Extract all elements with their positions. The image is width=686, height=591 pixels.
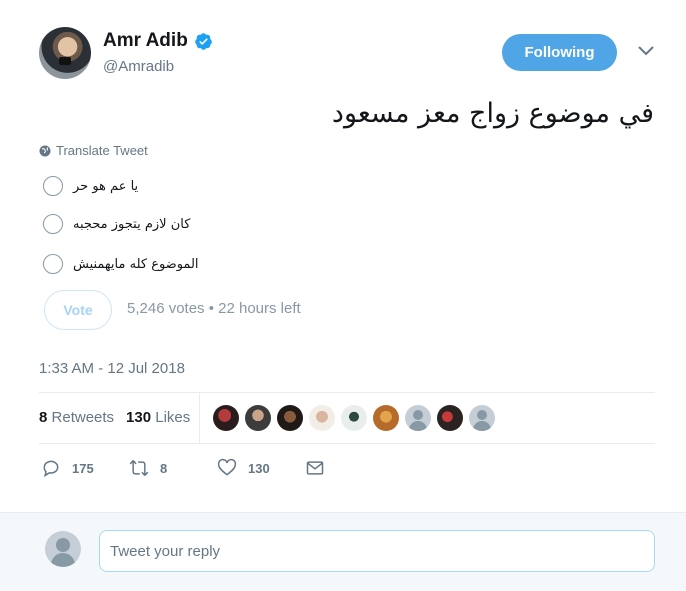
liker-avatar[interactable] <box>277 405 303 431</box>
poll-radio[interactable] <box>43 176 63 196</box>
liker-avatar[interactable] <box>341 405 367 431</box>
likes-count: 130 <box>126 409 152 426</box>
reply-composer <box>0 512 686 591</box>
verified-badge-icon <box>194 32 212 50</box>
poll-option[interactable]: الموضوع كله مايهمنيش <box>43 254 199 274</box>
divider <box>39 392 655 393</box>
tweet-stats: 8 Retweets 130 Likes <box>39 409 202 426</box>
liker-avatar[interactable] <box>309 405 335 431</box>
like-count: 130 <box>248 460 270 476</box>
retweet-count: 8 <box>160 460 168 476</box>
reply-input[interactable] <box>99 530 655 572</box>
tweet-timestamp[interactable]: 1:33 AM - 12 Jul 2018 <box>39 360 185 377</box>
liker-avatar[interactable] <box>405 405 431 431</box>
author-name-row: Amr Adib <box>103 30 213 52</box>
following-button[interactable]: Following <box>502 34 617 71</box>
liker-avatar[interactable] <box>469 405 495 431</box>
likes-stat[interactable]: 130 Likes <box>126 409 190 426</box>
retweets-stat[interactable]: 8 Retweets <box>39 409 114 426</box>
liker-avatars <box>213 405 501 431</box>
heart-icon <box>217 458 237 476</box>
translate-tweet-link[interactable]: Translate Tweet <box>39 143 148 158</box>
like-action[interactable]: 130 <box>217 458 270 478</box>
reply-action[interactable]: 175 <box>41 458 94 478</box>
poll-radio[interactable] <box>43 254 63 274</box>
stats-separator <box>199 393 200 443</box>
vote-button[interactable]: Vote <box>44 290 112 330</box>
retweet-action[interactable]: 8 <box>129 458 167 478</box>
tweet-text: في موضوع زواج معز مسعود <box>331 98 654 129</box>
reply-icon <box>43 460 59 478</box>
poll-option[interactable]: كان لازم يتجوز محجبه <box>43 214 190 234</box>
tweet-card: Amr Adib @Amradib Following في موضوع زوا… <box>0 0 686 512</box>
user-avatar[interactable] <box>45 531 81 567</box>
globe-icon <box>39 145 51 156</box>
retweets-label: Retweets <box>51 409 115 426</box>
direct-message-action[interactable] <box>305 458 336 478</box>
liker-avatar[interactable] <box>213 405 239 431</box>
chevron-down-icon[interactable] <box>637 45 655 57</box>
poll-meta: 5,246 votes • 22 hours left <box>127 300 301 317</box>
reply-count: 175 <box>72 460 94 476</box>
translate-label[interactable]: Translate Tweet <box>56 143 148 158</box>
liker-avatar[interactable] <box>245 405 271 431</box>
poll-radio[interactable] <box>43 214 63 234</box>
poll-option[interactable]: يا عم هو حر <box>43 176 138 196</box>
envelope-icon <box>306 461 324 475</box>
retweet-icon <box>129 460 149 476</box>
poll-option-label[interactable]: الموضوع كله مايهمنيش <box>73 257 199 272</box>
author-handle[interactable]: @Amradib <box>103 58 174 75</box>
poll-option-label[interactable]: كان لازم يتجوز محجبه <box>73 217 190 232</box>
retweets-count: 8 <box>39 409 48 426</box>
poll-option-label[interactable]: يا عم هو حر <box>73 179 138 194</box>
likes-label: Likes <box>155 409 191 426</box>
author-avatar[interactable] <box>39 27 91 79</box>
author-display-name[interactable]: Amr Adib <box>103 30 188 52</box>
liker-avatar[interactable] <box>437 405 463 431</box>
liker-avatar[interactable] <box>373 405 399 431</box>
divider <box>39 443 655 444</box>
